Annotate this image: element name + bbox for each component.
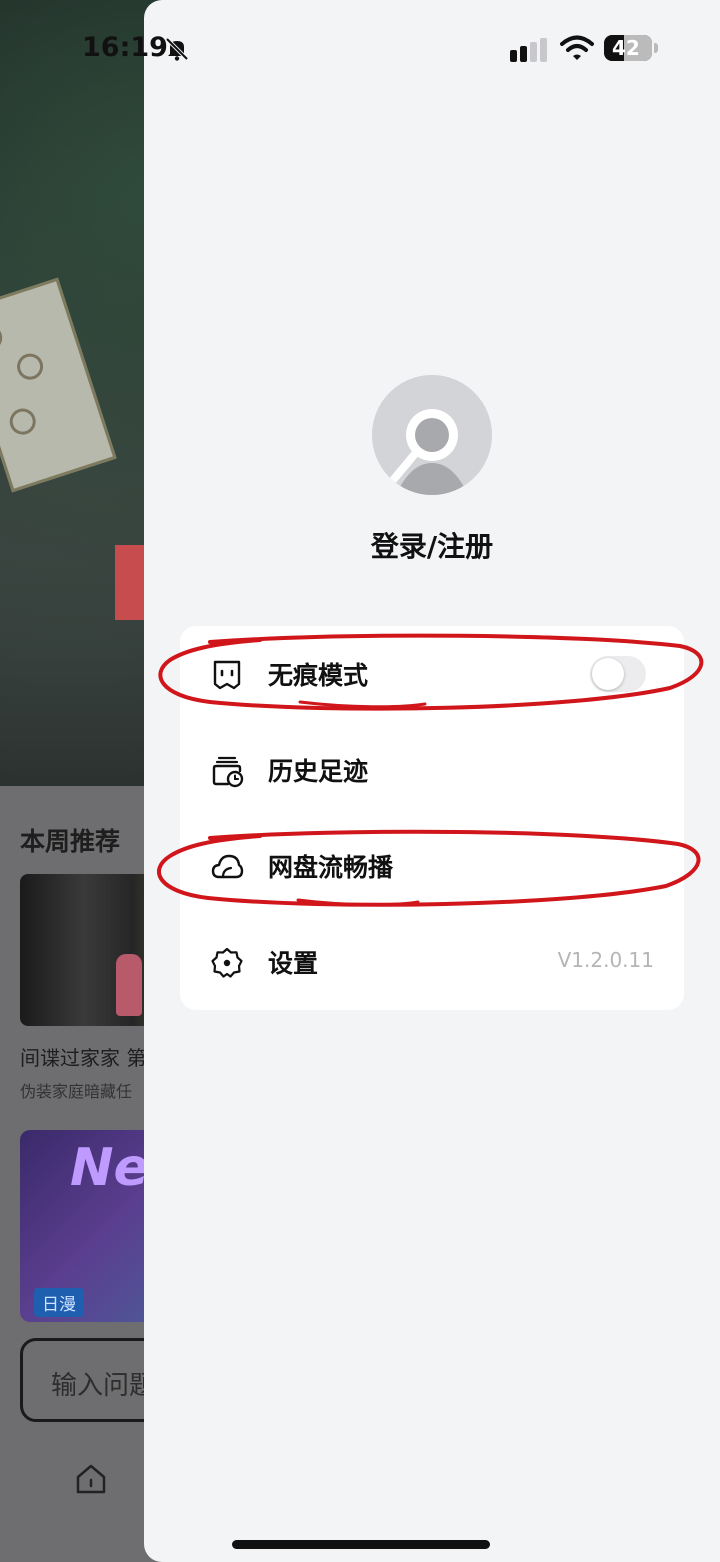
incognito-toggle[interactable] bbox=[590, 656, 646, 692]
menu-item-cloud-streaming[interactable]: 网盘流畅播 bbox=[180, 818, 684, 914]
menu-item-label: 网盘流畅播 bbox=[268, 853, 394, 882]
drawer-menu: 无痕模式 历史足迹 网盘流畅播 设置 V1.2.0.11 bbox=[180, 626, 684, 1010]
recommend-card-title[interactable]: 间谍过家家 第 bbox=[20, 1042, 146, 1071]
battery-level: 42 bbox=[612, 36, 640, 60]
home-icon[interactable] bbox=[74, 1462, 108, 1496]
toggle-knob bbox=[592, 658, 624, 690]
menu-item-incognito[interactable]: 无痕模式 bbox=[180, 626, 684, 722]
login-register-link[interactable]: 登录/注册 bbox=[144, 525, 720, 565]
gear-icon bbox=[211, 947, 243, 978]
battery-icon: 42 bbox=[604, 35, 658, 61]
hero-sign-graphic bbox=[0, 277, 117, 493]
incognito-icon bbox=[213, 660, 241, 690]
menu-item-settings[interactable]: 设置 V1.2.0.11 bbox=[180, 914, 684, 1010]
banner-text: Ne bbox=[70, 1138, 149, 1198]
menu-item-history[interactable]: 历史足迹 bbox=[180, 722, 684, 818]
menu-item-label: 设置 bbox=[268, 949, 319, 978]
menu-item-label: 历史足迹 bbox=[268, 757, 369, 786]
cloud-icon bbox=[211, 854, 244, 879]
cellular-signal-icon bbox=[510, 38, 547, 62]
side-drawer: 无痕模式 历史足迹 网盘流畅播 设置 V1.2.0.11 bbox=[144, 0, 720, 1562]
status-time: 16:19 bbox=[82, 32, 168, 63]
weekly-recommend-title: 本周推荐 bbox=[20, 827, 121, 856]
app-version: V1.2.0.11 bbox=[557, 948, 654, 972]
menu-item-label: 无痕模式 bbox=[268, 661, 369, 690]
wifi-icon bbox=[560, 35, 594, 60]
genre-tag: 日漫 bbox=[34, 1288, 84, 1317]
recommend-card-subtitle: 伪装家庭暗藏任 bbox=[20, 1082, 133, 1101]
question-input-placeholder: 输入问题 bbox=[51, 1371, 156, 1401]
history-icon bbox=[212, 756, 244, 788]
bell-off-icon bbox=[165, 37, 189, 61]
status-bar: 16:19 42 bbox=[0, 0, 720, 100]
default-avatar-icon[interactable] bbox=[372, 375, 492, 495]
home-indicator[interactable] bbox=[232, 1540, 490, 1549]
